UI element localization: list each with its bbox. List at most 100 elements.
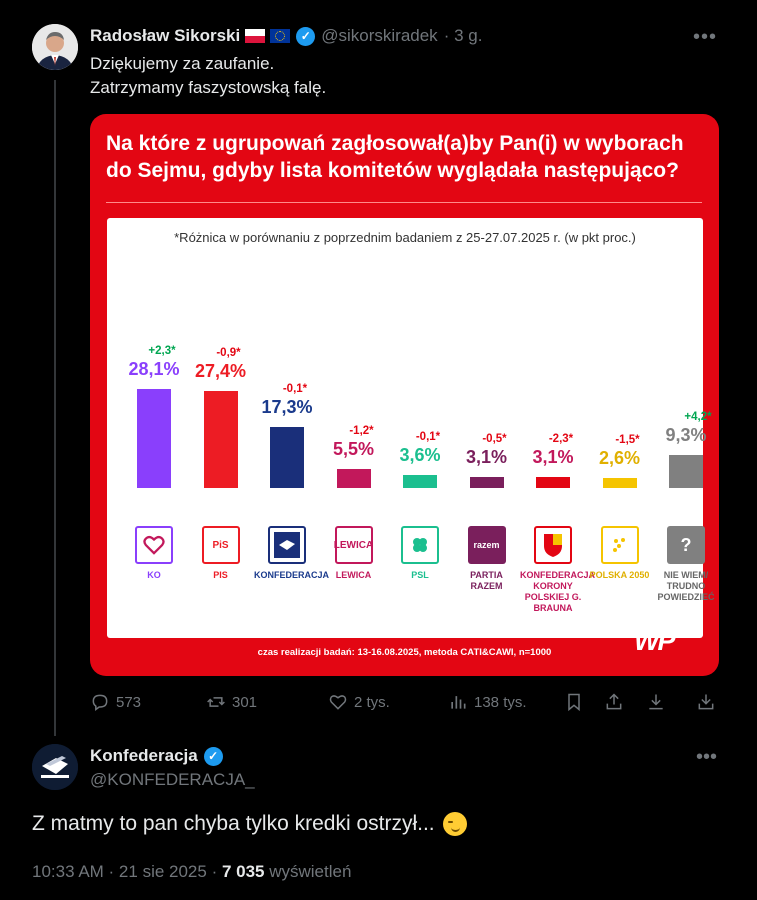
tweet-text: Z matmy to pan chyba tylko kredki ostrzy…	[32, 812, 467, 836]
tweet-meta: 10:33 AM · 21 sie 2025 · 7 035 wyświetle…	[32, 862, 351, 882]
save-button[interactable]	[696, 692, 716, 712]
bar-group: -2,3* 3,1% KONFEDERACJA KORONY POLSKIEJ G.…	[520, 218, 596, 638]
bookmark-icon	[568, 693, 580, 712]
more-options-icon[interactable]: •••	[696, 746, 717, 769]
tweet-text-line: Zatrzymamy faszystowską falę.	[90, 78, 327, 97]
party-logo-icon	[268, 526, 306, 564]
value-label: 17,3%	[261, 396, 313, 417]
party-logo-icon: ?	[667, 526, 705, 564]
bar-group: -0,1* 3,6% PSL	[387, 218, 453, 638]
bar-group: -0,9* 27,4% PiS PIS	[188, 218, 254, 638]
chart-panel: *Różnica w porównaniu z poprzednim badan…	[107, 218, 715, 638]
party-label: PARTIA RAZEM	[470, 570, 503, 591]
bar	[203, 391, 238, 488]
value-label: 27,4%	[194, 361, 247, 382]
share-button[interactable]	[604, 692, 624, 712]
download-icon	[649, 694, 663, 710]
post-time[interactable]: · 3 g.	[444, 26, 483, 46]
divider	[106, 202, 702, 203]
repost-icon	[207, 697, 225, 707]
change-label: -1,2*	[349, 424, 374, 437]
action-bar: 573 301 2 tys. 138 tys.	[90, 692, 720, 716]
author-name[interactable]: Konfederacja	[90, 746, 198, 766]
party-logo-icon	[600, 526, 639, 564]
party-label: NIE WIEM/ TRUDNO POWIEDZIEĆ	[657, 570, 715, 602]
tweet-text-line: Dziękujemy za zaufanie.	[90, 54, 275, 73]
value-label: 3,6%	[399, 445, 441, 466]
like-button[interactable]: 2 tys.	[328, 692, 390, 712]
tweet-text: Dziękujemy za zaufanie. Zatrzymamy faszy…	[90, 52, 326, 100]
reply-count: 573	[116, 693, 142, 711]
chart-method: czas realizacji badań: 13-16.08.2025, me…	[257, 647, 552, 658]
bookmark-button[interactable]	[564, 692, 584, 712]
change-label: -0,1*	[282, 382, 308, 395]
thread-line	[54, 80, 56, 736]
bar	[602, 478, 637, 488]
bar	[469, 477, 504, 488]
change-label: -2,3*	[548, 433, 574, 446]
heart-icon	[329, 695, 347, 710]
party-label: KONFEDERACJA KORONY POLSKIEJ G. BRAUNA	[520, 570, 596, 613]
change-label: -1,5*	[615, 434, 640, 446]
view-label: wyświetleń	[264, 862, 352, 881]
eu-flag-icon	[270, 29, 291, 43]
reply-button[interactable]: 573	[90, 692, 141, 712]
bar-group: +2,3* 28,1% KO	[121, 218, 187, 638]
party-label: KONFEDERACJA	[254, 570, 330, 580]
party-label: PIS	[213, 570, 228, 580]
share-icon	[606, 693, 622, 710]
chart-source: źródło: United Surveys by IBRiS dla Wirt…	[265, 626, 544, 638]
verified-badge-icon: ✓	[203, 746, 223, 766]
author-name[interactable]: Radosław Sikorski	[90, 26, 240, 46]
view-count: 7 035	[221, 862, 265, 881]
party-label: KO	[147, 570, 161, 580]
wp-logo: WP	[634, 626, 675, 656]
bar-group: +4,2* 9,3%? NIE WIEM/ TRUDNO POWIEDZIEĆ	[653, 218, 719, 638]
tweet-text-content: Z matmy to pan chyba tylko kredki ostrzy…	[32, 812, 435, 835]
bar-group: -0,1* 17,3% KONFEDERACJA	[254, 218, 330, 638]
poll-image[interactable]: Na które z ugrupowań zagłosował(a)by Pan…	[90, 114, 719, 676]
party-label: LEWICA	[335, 570, 372, 580]
repost-count: 301	[232, 693, 258, 711]
party-logo-icon: razem	[467, 526, 506, 564]
more-options-icon[interactable]: •••	[693, 26, 717, 49]
party-logo-icon	[534, 526, 572, 564]
change-label: +4,2*	[684, 411, 712, 424]
party-logo-icon: PiS	[201, 526, 240, 564]
author-name-row: Konfederacja ✓	[90, 746, 223, 766]
avatar[interactable]	[32, 744, 78, 790]
views-button[interactable]: 138 tys.	[448, 692, 527, 712]
change-label: -0,5*	[482, 433, 507, 446]
bar	[403, 475, 437, 488]
value-label: 3,1%	[465, 447, 508, 468]
bar-group: -1,5* 2,6% POLSKA 2050	[587, 218, 653, 638]
change-label: -0,1*	[415, 431, 441, 444]
tweet-header: Radosław Sikorski ✓ @sikorskiradek · 3 g…	[90, 26, 482, 46]
download-button[interactable]	[646, 692, 666, 712]
repost-button[interactable]: 301	[206, 692, 257, 712]
like-count: 2 tys.	[354, 693, 390, 711]
author-handle[interactable]: @sikorskiradek	[321, 26, 437, 46]
bar	[536, 477, 570, 488]
views-icon	[451, 696, 466, 709]
party-logo-icon: LEWICA	[334, 526, 373, 564]
poland-flag-icon	[245, 29, 266, 43]
value-label: 2,6%	[598, 448, 641, 468]
author-handle[interactable]: @KONFEDERACJA_	[90, 770, 255, 790]
reply-icon	[92, 694, 108, 711]
avatar[interactable]	[32, 24, 78, 70]
verified-badge-icon: ✓	[296, 26, 316, 46]
party-logo-icon	[135, 526, 173, 564]
bar	[270, 426, 304, 488]
value-label: 5,5%	[332, 438, 375, 459]
change-label: -0,9*	[216, 347, 241, 360]
download-tray-icon	[698, 694, 714, 710]
change-label: +2,3*	[148, 344, 176, 357]
smirk-emoji-icon	[442, 812, 467, 836]
party-logo-icon	[401, 526, 439, 564]
bar-group: -1,2* 5,5% LEWICA LEWICA	[321, 218, 387, 638]
party-label: PSL	[411, 570, 429, 580]
bar	[336, 468, 371, 488]
post-timestamp[interactable]: 10:33 AM · 21 sie 2025 ·	[32, 862, 222, 881]
bar	[669, 455, 703, 488]
